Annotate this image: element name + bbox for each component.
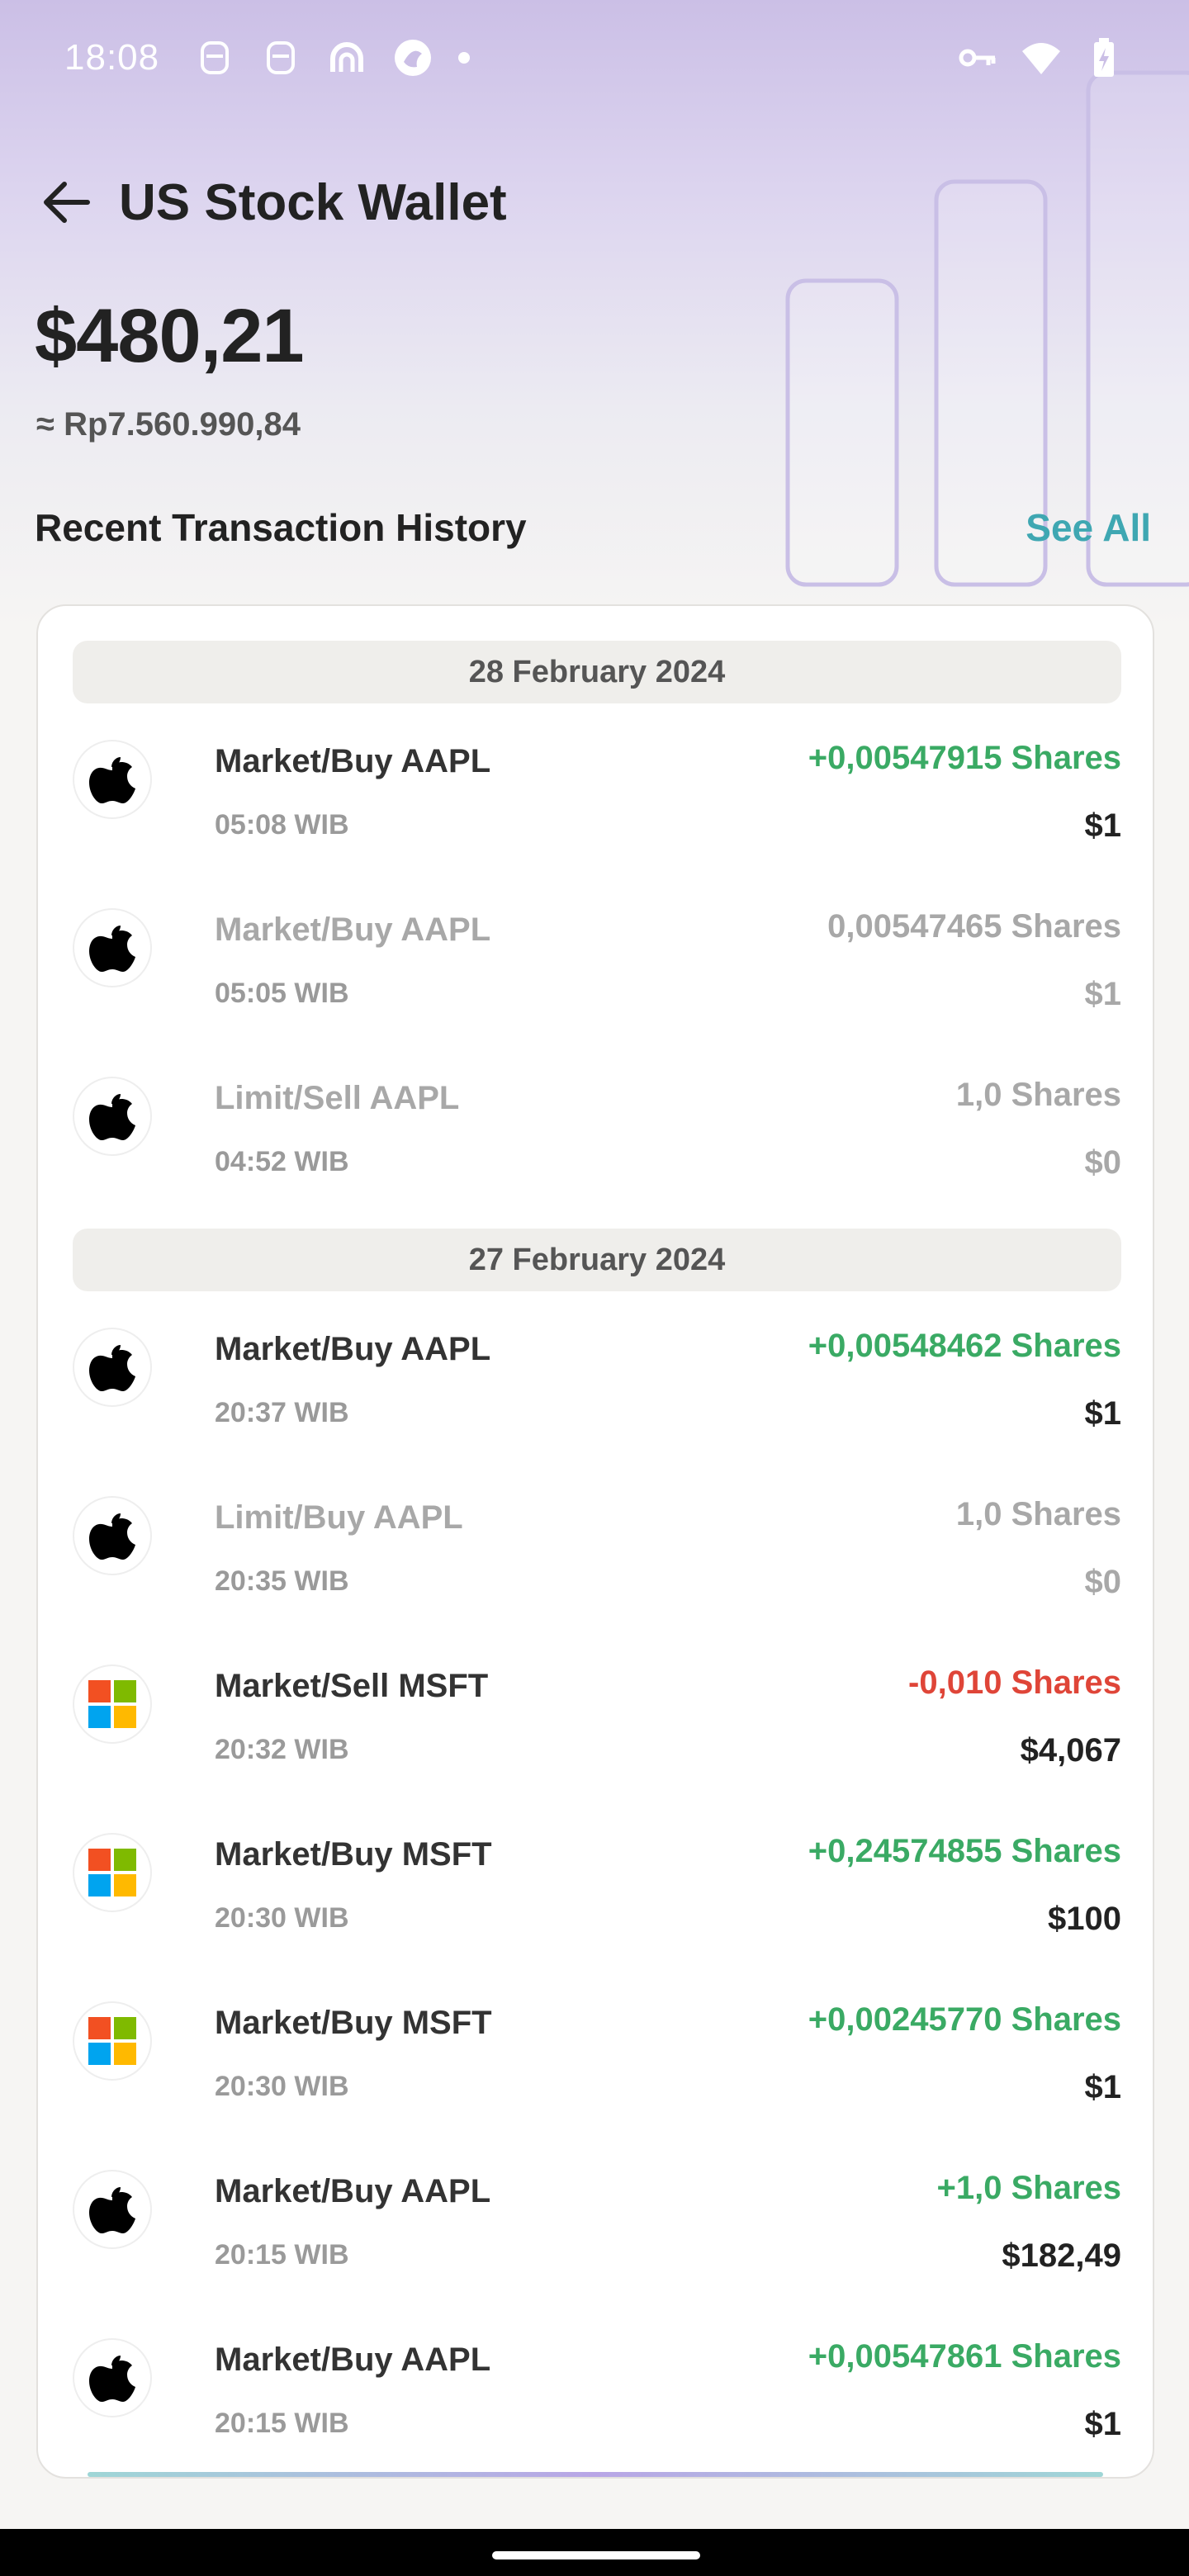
transaction-shares: +0,24574855 Shares <box>808 1833 1121 1869</box>
transaction-title: Market/Buy AAPL <box>215 2173 491 2209</box>
transaction-amount: $182,49 <box>1002 2237 1121 2274</box>
transaction-time: 04:52 WIB <box>215 1146 349 1177</box>
battery-charging-icon <box>1083 37 1125 78</box>
apple-logo-icon <box>73 1077 152 1156</box>
apple-logo-icon <box>73 1328 152 1407</box>
date-header: 28 February 2024 <box>73 641 1121 703</box>
transaction-title: Market/Buy AAPL <box>215 2342 491 2378</box>
transaction-history-card: 28 February 2024 Market/Buy AAPL 05:08 WIB… <box>36 604 1154 2479</box>
transaction-time: 20:15 WIB <box>215 2239 349 2271</box>
transaction-shares: +1,0 Shares <box>936 2170 1122 2206</box>
transaction-row[interactable]: Market/Sell MSFT 20:32 WIB -0,010 Shares $4… <box>73 1645 1121 1810</box>
transaction-amount: $1 <box>1084 976 1122 1012</box>
transaction-title: Market/Buy AAPL <box>215 1331 491 1367</box>
transaction-amount: $1 <box>1084 807 1122 844</box>
apple-logo-icon <box>73 1496 152 1575</box>
transaction-row[interactable]: Market/Buy AAPL 20:37 WIB +0,00548462 Shar… <box>73 1308 1121 1473</box>
transaction-row[interactable]: Limit/Buy AAPL 20:35 WIB 1,0 Shares $0 <box>73 1476 1121 1641</box>
notification-icon <box>194 37 235 78</box>
apple-logo-icon <box>73 908 152 987</box>
transaction-shares: +0,00547915 Shares <box>808 740 1121 776</box>
transaction-shares: +0,00547861 Shares <box>808 2338 1121 2375</box>
transaction-title: Limit/Sell AAPL <box>215 1080 460 1116</box>
transaction-amount: $1 <box>1084 2069 1122 2105</box>
wallet-balance-usd: $480,21 <box>35 294 305 378</box>
status-time: 18:08 <box>64 37 160 78</box>
transaction-title: Market/Sell MSFT <box>215 1668 489 1704</box>
top-app-bar: US Stock Wallet <box>33 157 507 248</box>
transaction-time: 20:32 WIB <box>215 1734 349 1765</box>
transaction-time: 20:15 WIB <box>215 2408 349 2439</box>
back-button[interactable] <box>33 169 99 235</box>
transaction-title: Market/Buy AAPL <box>215 743 491 779</box>
transaction-amount: $0 <box>1084 1564 1122 1600</box>
app-icon <box>326 37 367 78</box>
section-title: Recent Transaction History <box>35 506 527 549</box>
transaction-amount: $100 <box>1048 1901 1121 1937</box>
wifi-icon <box>1021 37 1062 78</box>
transaction-title: Limit/Buy AAPL <box>215 1499 463 1536</box>
status-bar: 18:08 <box>0 0 1189 116</box>
transaction-amount: $1 <box>1084 1395 1122 1432</box>
transaction-time: 20:37 WIB <box>215 1397 349 1428</box>
dot-icon <box>458 52 471 64</box>
microsoft-logo-icon <box>73 1664 152 1744</box>
transaction-row[interactable]: Market/Buy MSFT 20:30 WIB +0,00245770 Shar… <box>73 1982 1121 2147</box>
microsoft-logo-icon <box>73 2001 152 2081</box>
apple-logo-icon <box>73 2338 152 2417</box>
transaction-shares: 1,0 Shares <box>955 1496 1121 1532</box>
transaction-row[interactable]: Market/Buy AAPL 05:08 WIB +0,00547915 Shar… <box>73 720 1121 885</box>
apple-logo-icon <box>73 740 152 819</box>
transaction-time: 05:05 WIB <box>215 978 349 1009</box>
app-icon <box>392 37 433 78</box>
home-indicator[interactable] <box>492 2551 700 2559</box>
date-header: 27 February 2024 <box>73 1229 1121 1291</box>
transaction-shares: +0,00548462 Shares <box>808 1328 1121 1364</box>
transaction-shares: +0,00245770 Shares <box>808 2001 1121 2038</box>
transaction-row[interactable]: Limit/Sell AAPL 04:52 WIB 1,0 Shares $0 <box>73 1057 1121 1222</box>
transaction-time: 20:30 WIB <box>215 1902 349 1934</box>
key-icon <box>958 37 999 78</box>
transaction-time: 20:30 WIB <box>215 2071 349 2102</box>
transaction-amount: $0 <box>1084 1144 1122 1181</box>
transaction-time: 20:35 WIB <box>215 1565 349 1597</box>
transaction-title: Market/Buy MSFT <box>215 1836 492 1873</box>
transaction-row[interactable]: Market/Buy AAPL 20:15 WIB +0,00547861 Shar… <box>73 2318 1122 2477</box>
transaction-row[interactable]: Market/Buy MSFT 20:30 WIB +0,24574855 Shar… <box>73 1813 1121 1978</box>
see-all-link[interactable]: See All <box>1026 505 1151 550</box>
transaction-time: 05:08 WIB <box>215 809 349 841</box>
transaction-row[interactable]: Market/Buy AAPL 05:05 WIB 0,00547465 Share… <box>73 888 1121 1054</box>
transaction-amount: $1 <box>1084 2406 1122 2442</box>
arrow-left-icon <box>44 182 90 223</box>
transaction-amount: $4,067 <box>1020 1732 1121 1769</box>
transaction-title: Market/Buy AAPL <box>215 912 491 948</box>
notification-icon <box>260 37 301 78</box>
transaction-title: Market/Buy MSFT <box>215 2005 492 2041</box>
transaction-shares: 1,0 Shares <box>955 1077 1121 1113</box>
transaction-row[interactable]: Market/Buy AAPL 20:15 WIB +1,0 Shares $182,… <box>73 2150 1121 2315</box>
microsoft-logo-icon <box>73 1833 152 1912</box>
wallet-balance-idr: ≈ Rp7.560.990,84 <box>36 406 301 443</box>
transaction-shares: 0,00547465 Shares <box>827 908 1121 945</box>
page-title: US Stock Wallet <box>119 173 507 231</box>
transaction-shares: -0,010 Shares <box>908 1664 1121 1701</box>
apple-logo-icon <box>73 2170 152 2249</box>
